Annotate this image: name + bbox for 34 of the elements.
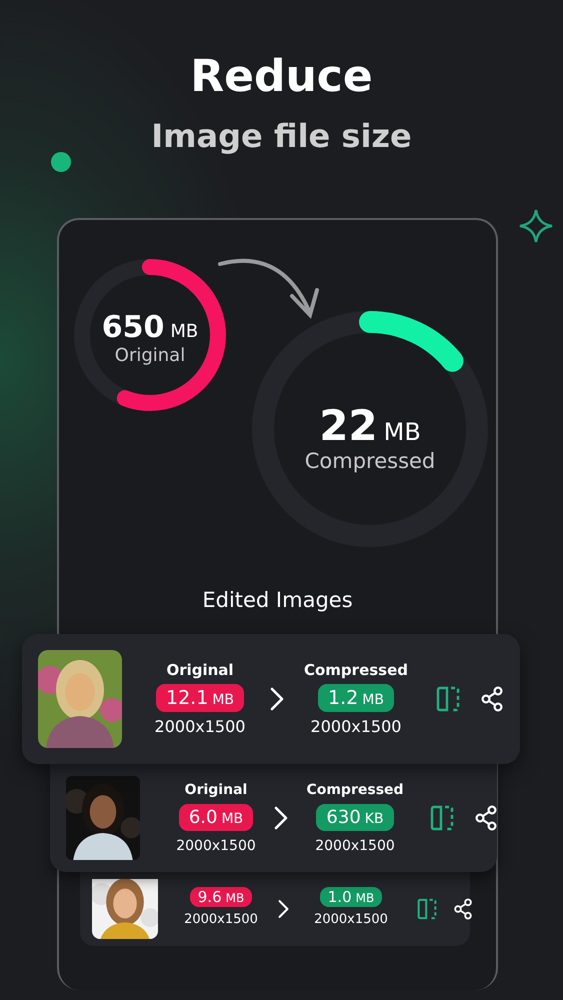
subheadline: Image file size [151, 116, 412, 157]
compressed-size: 22 MB [319, 401, 421, 450]
sparkle-icon [518, 208, 554, 244]
share-icon[interactable] [480, 686, 504, 712]
original-size-badge: 9.6 MB [190, 887, 252, 907]
compressed-label: Compressed [304, 660, 408, 680]
share-icon[interactable] [453, 898, 473, 920]
dimensions: 2000x1500 [314, 911, 388, 929]
decorative-dot [51, 152, 71, 172]
share-icon[interactable] [474, 805, 498, 831]
compressed-size-badge: 630 KB [316, 804, 394, 830]
chevron-icon [274, 806, 288, 830]
chevron-icon [278, 899, 289, 919]
original-size: 650 MB [102, 310, 198, 345]
dimensions: 2000x1500 [154, 716, 246, 738]
dimensions: 2000x1500 [176, 836, 256, 856]
original-size-badge: 12.1 MB [156, 684, 244, 712]
compare-icon[interactable] [436, 686, 460, 712]
dimensions: 2000x1500 [184, 911, 258, 929]
dimensions: 2000x1500 [315, 836, 395, 856]
compare-icon[interactable] [430, 805, 454, 831]
chevron-icon [270, 687, 284, 711]
compare-icon[interactable] [417, 898, 437, 920]
compressed-size-badge: 1.0 MB [320, 887, 382, 907]
original-label: Original [166, 660, 234, 680]
original-label: Original [184, 780, 248, 800]
compressed-size-badge: 1.2 MB [318, 684, 394, 712]
headline: Reduce [190, 50, 373, 104]
original-size-badge: 6.0 MB [178, 804, 254, 830]
original-label: Original [114, 345, 186, 366]
compressed-label: Compressed [306, 780, 404, 800]
compressed-label: Compressed [304, 449, 436, 473]
section-title: Edited Images [201, 588, 354, 614]
dimensions: 2000x1500 [310, 716, 402, 738]
